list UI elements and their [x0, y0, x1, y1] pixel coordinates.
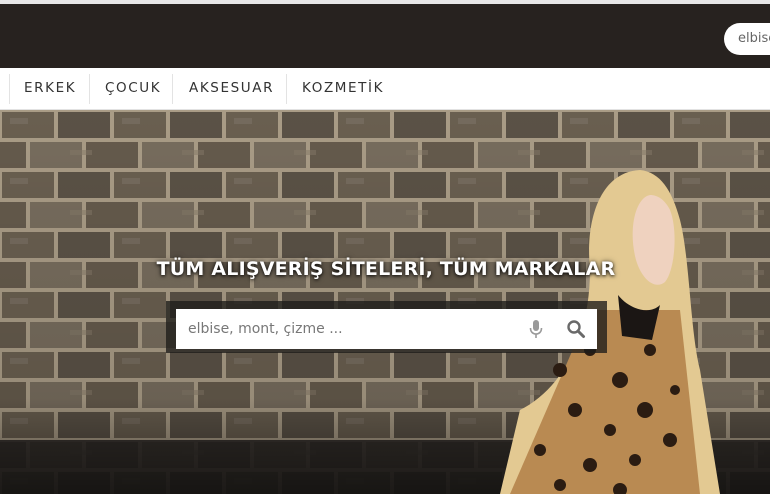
nav-separator: [9, 74, 10, 104]
nav-item-erkek[interactable]: ERKEK: [24, 68, 76, 109]
hero-title: TÜM ALIŞVERİŞ SİTELERİ, TÜM MARKALAR: [0, 258, 770, 280]
site-header: elbise: [0, 4, 770, 68]
hero-search-field[interactable]: elbise, mont, çizme ...: [176, 309, 597, 349]
search-icon[interactable]: [566, 319, 586, 339]
microphone-icon[interactable]: [526, 319, 546, 339]
category-nav: ERKEK ÇOCUK AKSESUAR KOZMETİK: [0, 68, 770, 110]
nav-separator: [286, 74, 287, 104]
nav-separator: [172, 74, 173, 104]
nav-item-aksesuar[interactable]: AKSESUAR: [189, 68, 274, 109]
nav-item-cocuk[interactable]: ÇOCUK: [105, 68, 161, 109]
hero-banner: TÜM ALIŞVERİŞ SİTELERİ, TÜM MARKALAR elb…: [0, 110, 770, 494]
nav-separator: [89, 74, 90, 104]
nav-item-kozmetik[interactable]: KOZMETİK: [302, 68, 384, 109]
header-search-input[interactable]: elbise: [724, 23, 770, 55]
hero-title-text: TÜM ALIŞVERİŞ SİTELERİ, TÜM MARKALAR: [156, 258, 616, 280]
hero-search-input[interactable]: elbise, mont, çizme ...: [188, 309, 508, 349]
hero-search-box: elbise, mont, çizme ...: [166, 301, 607, 353]
